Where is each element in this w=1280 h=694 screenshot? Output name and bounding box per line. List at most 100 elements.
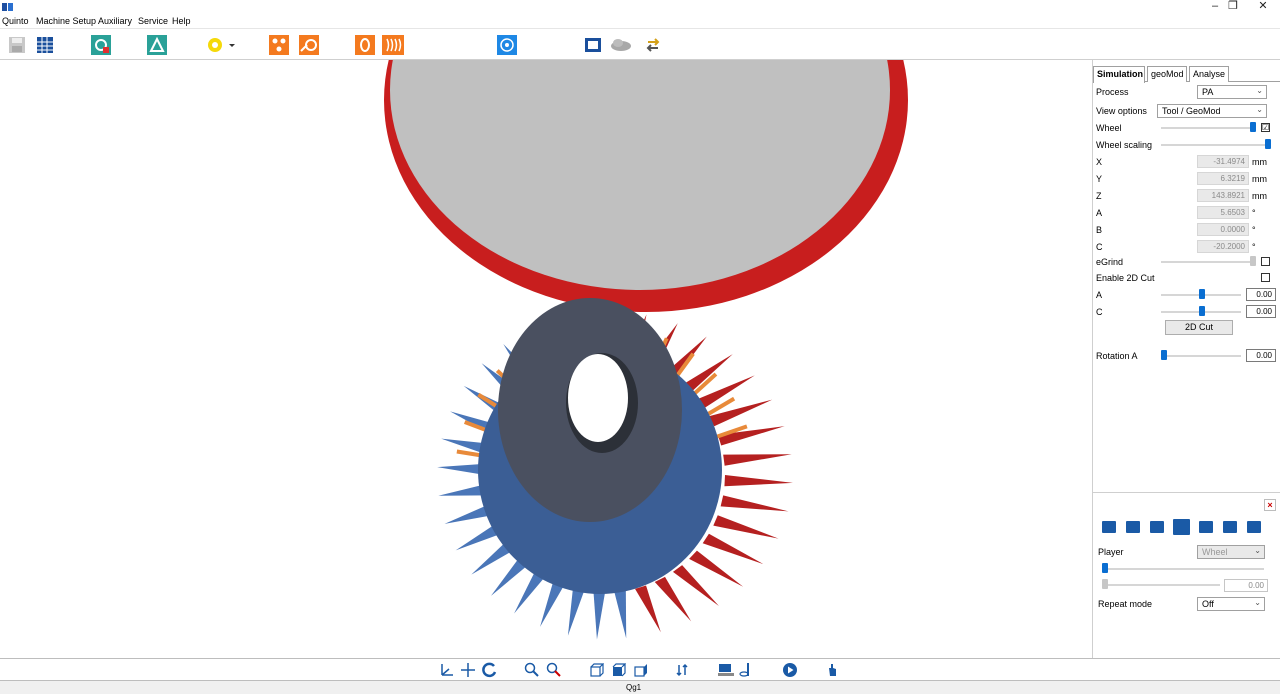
- enable-2d-cut-checkbox[interactable]: [1261, 273, 1270, 282]
- wheel-scaling-slider[interactable]: [1161, 144, 1269, 146]
- gear-wheel-icon[interactable]: [90, 34, 112, 56]
- player-timeline-slider[interactable]: [1102, 568, 1264, 570]
- coord-unit-y: mm: [1252, 174, 1267, 184]
- egrind-slider[interactable]: [1161, 261, 1253, 263]
- gear-tooth: [708, 399, 773, 427]
- cloud-icon[interactable]: [610, 34, 632, 56]
- player-progress-thumb[interactable]: [1102, 579, 1108, 589]
- tab-analyse[interactable]: Analyse: [1189, 66, 1229, 82]
- restore-button[interactable]: ❐: [1216, 0, 1250, 14]
- coord-value-y: 6.3219: [1197, 172, 1249, 185]
- cut-c-input[interactable]: 0.00: [1246, 305, 1276, 318]
- menu-auxiliary[interactable]: Auxiliary: [98, 16, 132, 26]
- orange-disk-icon[interactable]: [354, 34, 376, 56]
- view-iso-icon[interactable]: [608, 661, 628, 679]
- gear-tooth: [593, 592, 605, 640]
- swap-icon[interactable]: [672, 661, 692, 679]
- 3d-viewport[interactable]: [0, 60, 1092, 658]
- egrind-label: eGrind: [1096, 257, 1124, 267]
- egrind-slider-thumb[interactable]: [1250, 256, 1256, 266]
- player-progress-slider[interactable]: [1102, 584, 1220, 586]
- tab-simulation[interactable]: Simulation: [1093, 66, 1145, 83]
- chevron-down-icon: ⌄: [1256, 105, 1263, 114]
- play-icon[interactable]: [1173, 519, 1190, 535]
- orange-multi-icon[interactable]: [268, 34, 290, 56]
- cut-a-input[interactable]: 0.00: [1246, 288, 1276, 301]
- pan-icon[interactable]: [458, 661, 478, 679]
- repeat-mode-select[interactable]: Off ⌄: [1197, 597, 1265, 611]
- menu-quinto[interactable]: Quinto: [2, 16, 29, 26]
- gear-tooth: [724, 475, 793, 487]
- fast-forward-icon[interactable]: [1223, 521, 1237, 533]
- skip-start-icon[interactable]: [1102, 521, 1116, 533]
- rotation-a-slider[interactable]: [1161, 355, 1241, 357]
- gear-scene: [384, 60, 908, 640]
- yellow-gear-icon[interactable]: [204, 34, 226, 56]
- gear-machine-icon[interactable]: [146, 34, 168, 56]
- axes-icon[interactable]: [437, 661, 457, 679]
- menu-service[interactable]: Service: [138, 16, 168, 26]
- coord-value-z: 143.8921: [1197, 189, 1249, 202]
- book-icon[interactable]: [582, 34, 604, 56]
- save-icon[interactable]: [6, 34, 28, 56]
- 2d-cut-button[interactable]: 2D Cut: [1165, 320, 1233, 335]
- chevron-down-icon: ⌄: [1254, 598, 1261, 607]
- rotation-a-input[interactable]: 0.00: [1246, 349, 1276, 362]
- tool-icon[interactable]: [736, 661, 756, 679]
- target-icon[interactable]: [496, 34, 518, 56]
- view-options-value: Tool / GeoMod: [1162, 106, 1221, 116]
- zoom-icon[interactable]: [522, 661, 542, 679]
- egrind-checkbox[interactable]: [1261, 257, 1270, 266]
- view-toolbar: [0, 658, 1280, 681]
- zoom-fit-icon[interactable]: [544, 661, 564, 679]
- process-label: Process: [1096, 87, 1129, 97]
- orange-wave-icon[interactable]: [382, 34, 404, 56]
- tab-geomod[interactable]: geoMod: [1147, 66, 1187, 82]
- table-icon[interactable]: [34, 34, 56, 56]
- process-select[interactable]: PA ⌄: [1197, 85, 1267, 99]
- app-icon: [2, 3, 13, 11]
- gear-tooth: [702, 533, 764, 565]
- wheel-scaling-label: Wheel scaling: [1096, 140, 1153, 150]
- wheel-slider[interactable]: [1161, 127, 1253, 129]
- player-select[interactable]: Wheel ⌄: [1197, 545, 1265, 559]
- step-forward-icon[interactable]: [1199, 521, 1213, 533]
- coord-unit-b: °: [1252, 225, 1256, 235]
- hand-icon[interactable]: [822, 661, 842, 679]
- wheel-scaling-thumb[interactable]: [1265, 139, 1271, 149]
- rewind-icon[interactable]: [1126, 521, 1140, 533]
- view-side-icon[interactable]: [630, 661, 650, 679]
- close-window-button[interactable]: ✕: [1246, 0, 1280, 14]
- cut-c-thumb[interactable]: [1199, 306, 1205, 316]
- player-progress-input[interactable]: 0.00: [1224, 579, 1268, 592]
- wheel-checkbox[interactable]: ☑: [1261, 123, 1270, 132]
- skip-end-icon[interactable]: [1247, 521, 1261, 533]
- player-timeline-thumb[interactable]: [1102, 563, 1108, 573]
- step-back-icon[interactable]: [1150, 521, 1164, 533]
- player-label: Player: [1098, 547, 1124, 557]
- cut-a-thumb[interactable]: [1199, 289, 1205, 299]
- view-options-select[interactable]: Tool / GeoMod ⌄: [1157, 104, 1267, 118]
- coord-unit-c: °: [1252, 242, 1256, 252]
- coord-unit-z: mm: [1252, 191, 1267, 201]
- coord-value-x: -31.4974: [1197, 155, 1249, 168]
- orange-tool-icon[interactable]: [298, 34, 320, 56]
- chevron-down-icon: ⌄: [1256, 86, 1263, 95]
- rotate-icon[interactable]: [480, 661, 500, 679]
- machine-icon[interactable]: [716, 661, 736, 679]
- menu-help[interactable]: Help: [172, 16, 191, 26]
- arrow-swap-icon[interactable]: [642, 34, 664, 56]
- gear-tooth: [540, 581, 564, 627]
- dropdown-arrow-icon[interactable]: [226, 34, 238, 56]
- menu-machine-setup[interactable]: Machine Setup: [36, 16, 96, 26]
- gear-tooth: [672, 565, 719, 607]
- rotation-a-thumb[interactable]: [1161, 350, 1167, 360]
- gear-tooth: [614, 590, 627, 639]
- coord-value-b: 0.0000: [1197, 223, 1249, 236]
- player-panel: × Player Wheel ⌄ 0.00 Repeat mode Off ⌄: [1092, 492, 1280, 658]
- wheel-slider-thumb[interactable]: [1250, 122, 1256, 132]
- view-front-icon[interactable]: [586, 661, 606, 679]
- play-circle-icon[interactable]: [780, 661, 800, 679]
- close-player-button[interactable]: ×: [1264, 499, 1276, 511]
- gear-tooth: [654, 576, 692, 622]
